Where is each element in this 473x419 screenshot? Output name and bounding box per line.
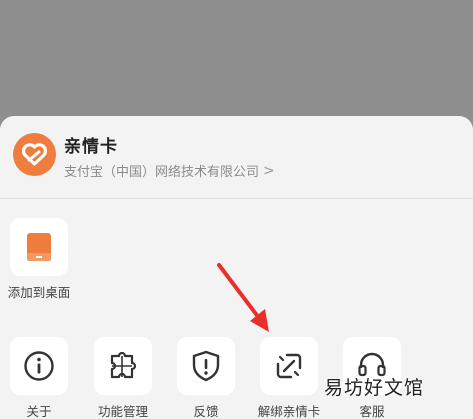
red-arrow-annotation xyxy=(217,263,269,332)
